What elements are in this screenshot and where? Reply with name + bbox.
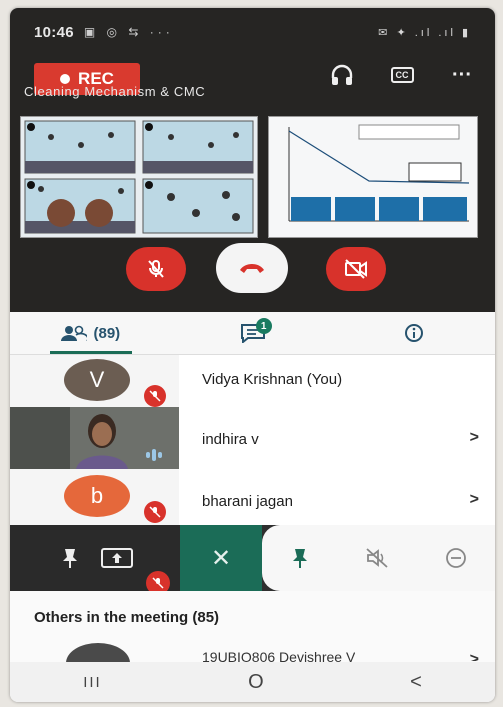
home-button[interactable]: O	[248, 671, 264, 694]
camera-off-button[interactable]	[326, 247, 386, 291]
meeting-title: Cleaning Mechanism & CMC	[24, 84, 206, 99]
pin-icon[interactable]	[60, 547, 80, 569]
status-right-icons: ✉ ✦ .ıl .ıl ▮	[378, 26, 471, 39]
participant-action-bar: ✕	[10, 525, 495, 595]
back-button[interactable]: <	[410, 671, 422, 694]
mic-off-icon	[148, 260, 164, 278]
call-top-actions: CC ···	[329, 64, 475, 86]
close-icon: ✕	[210, 544, 232, 572]
headphones-icon[interactable]	[329, 64, 355, 86]
chevron-right-icon[interactable]: >	[470, 429, 479, 447]
avatar: b	[64, 475, 130, 517]
present-screen-icon[interactable]	[100, 547, 134, 569]
avatar-initial: b	[90, 483, 104, 508]
phone-screen: 10:46 ▣ ◎ ⇆ ··· ✉ ✦ .ıl .ıl ▮ REC Cleani…	[10, 8, 495, 702]
avatar: V	[64, 359, 130, 401]
participant-tile: V	[10, 355, 179, 407]
more-label: ···	[452, 63, 472, 86]
more-icon[interactable]: ···	[449, 64, 475, 86]
mic-off-button[interactable]	[126, 247, 186, 291]
people-icon	[61, 325, 88, 341]
status-bar: 10:46 ▣ ◎ ⇆ ··· ✉ ✦ .ıl .ıl ▮	[34, 22, 471, 42]
chevron-right-icon[interactable]: >	[470, 491, 479, 509]
shared-slide-left	[20, 116, 258, 238]
participant-name: indhira v	[202, 431, 259, 448]
participant-name: bharani jagan	[202, 493, 293, 510]
remove-participant-icon[interactable]	[445, 547, 467, 569]
avatar-initial: V	[89, 367, 105, 392]
tab-info[interactable]	[333, 312, 495, 354]
captions-label: CC	[390, 67, 414, 83]
chevron-right-icon[interactable]: >	[470, 651, 479, 661]
camera-off-icon	[345, 259, 367, 279]
hang-up-icon	[240, 264, 264, 273]
tab-chat[interactable]: 1	[172, 312, 334, 354]
participant-tile: b	[10, 469, 179, 525]
close-actions-button[interactable]: ✕	[180, 525, 262, 591]
recording-dot-icon	[60, 74, 71, 84]
tab-people[interactable]: (89)	[10, 312, 172, 354]
muted-icon	[144, 385, 166, 407]
chat-unread-badge: 1	[255, 318, 272, 334]
end-call-button[interactable]	[216, 243, 288, 293]
others-title: Others in the meeting (85)	[34, 609, 220, 626]
participant-row[interactable]: indhira v >	[10, 407, 495, 470]
status-left-icons: ▣ ◎ ⇆ ···	[83, 25, 174, 39]
participant-name[interactable]: 19UBIO806 Devishree V	[202, 649, 355, 663]
participant-row[interactable]: b bharani jagan >	[10, 469, 495, 526]
call-area: 10:46 ▣ ◎ ⇆ ··· ✉ ✦ .ıl .ıl ▮ REC Cleani…	[10, 8, 495, 312]
status-time: 10:46	[34, 23, 74, 41]
participant-video	[10, 407, 179, 469]
participant-actions	[262, 525, 495, 591]
participant-row[interactable]: V Vidya Krishnan (You)	[10, 355, 495, 408]
shared-slide-right	[268, 116, 478, 238]
people-count: (89)	[93, 324, 121, 342]
meeting-tabs: (89) 1	[10, 312, 495, 355]
tile-actions	[10, 525, 180, 595]
info-icon	[405, 324, 424, 342]
pin-participant-icon[interactable]	[290, 547, 310, 569]
participant-name: Vidya Krishnan (You)	[202, 371, 343, 388]
mute-participant-icon[interactable]	[365, 547, 389, 569]
speaking-icon	[146, 447, 166, 463]
others-section: Others in the meeting (85) 19UBIO806 Dev…	[10, 591, 495, 683]
system-nav-bar: III O <	[10, 662, 495, 702]
captions-icon[interactable]: CC	[389, 64, 415, 86]
recents-button[interactable]: III	[83, 674, 102, 691]
muted-icon	[144, 501, 166, 523]
